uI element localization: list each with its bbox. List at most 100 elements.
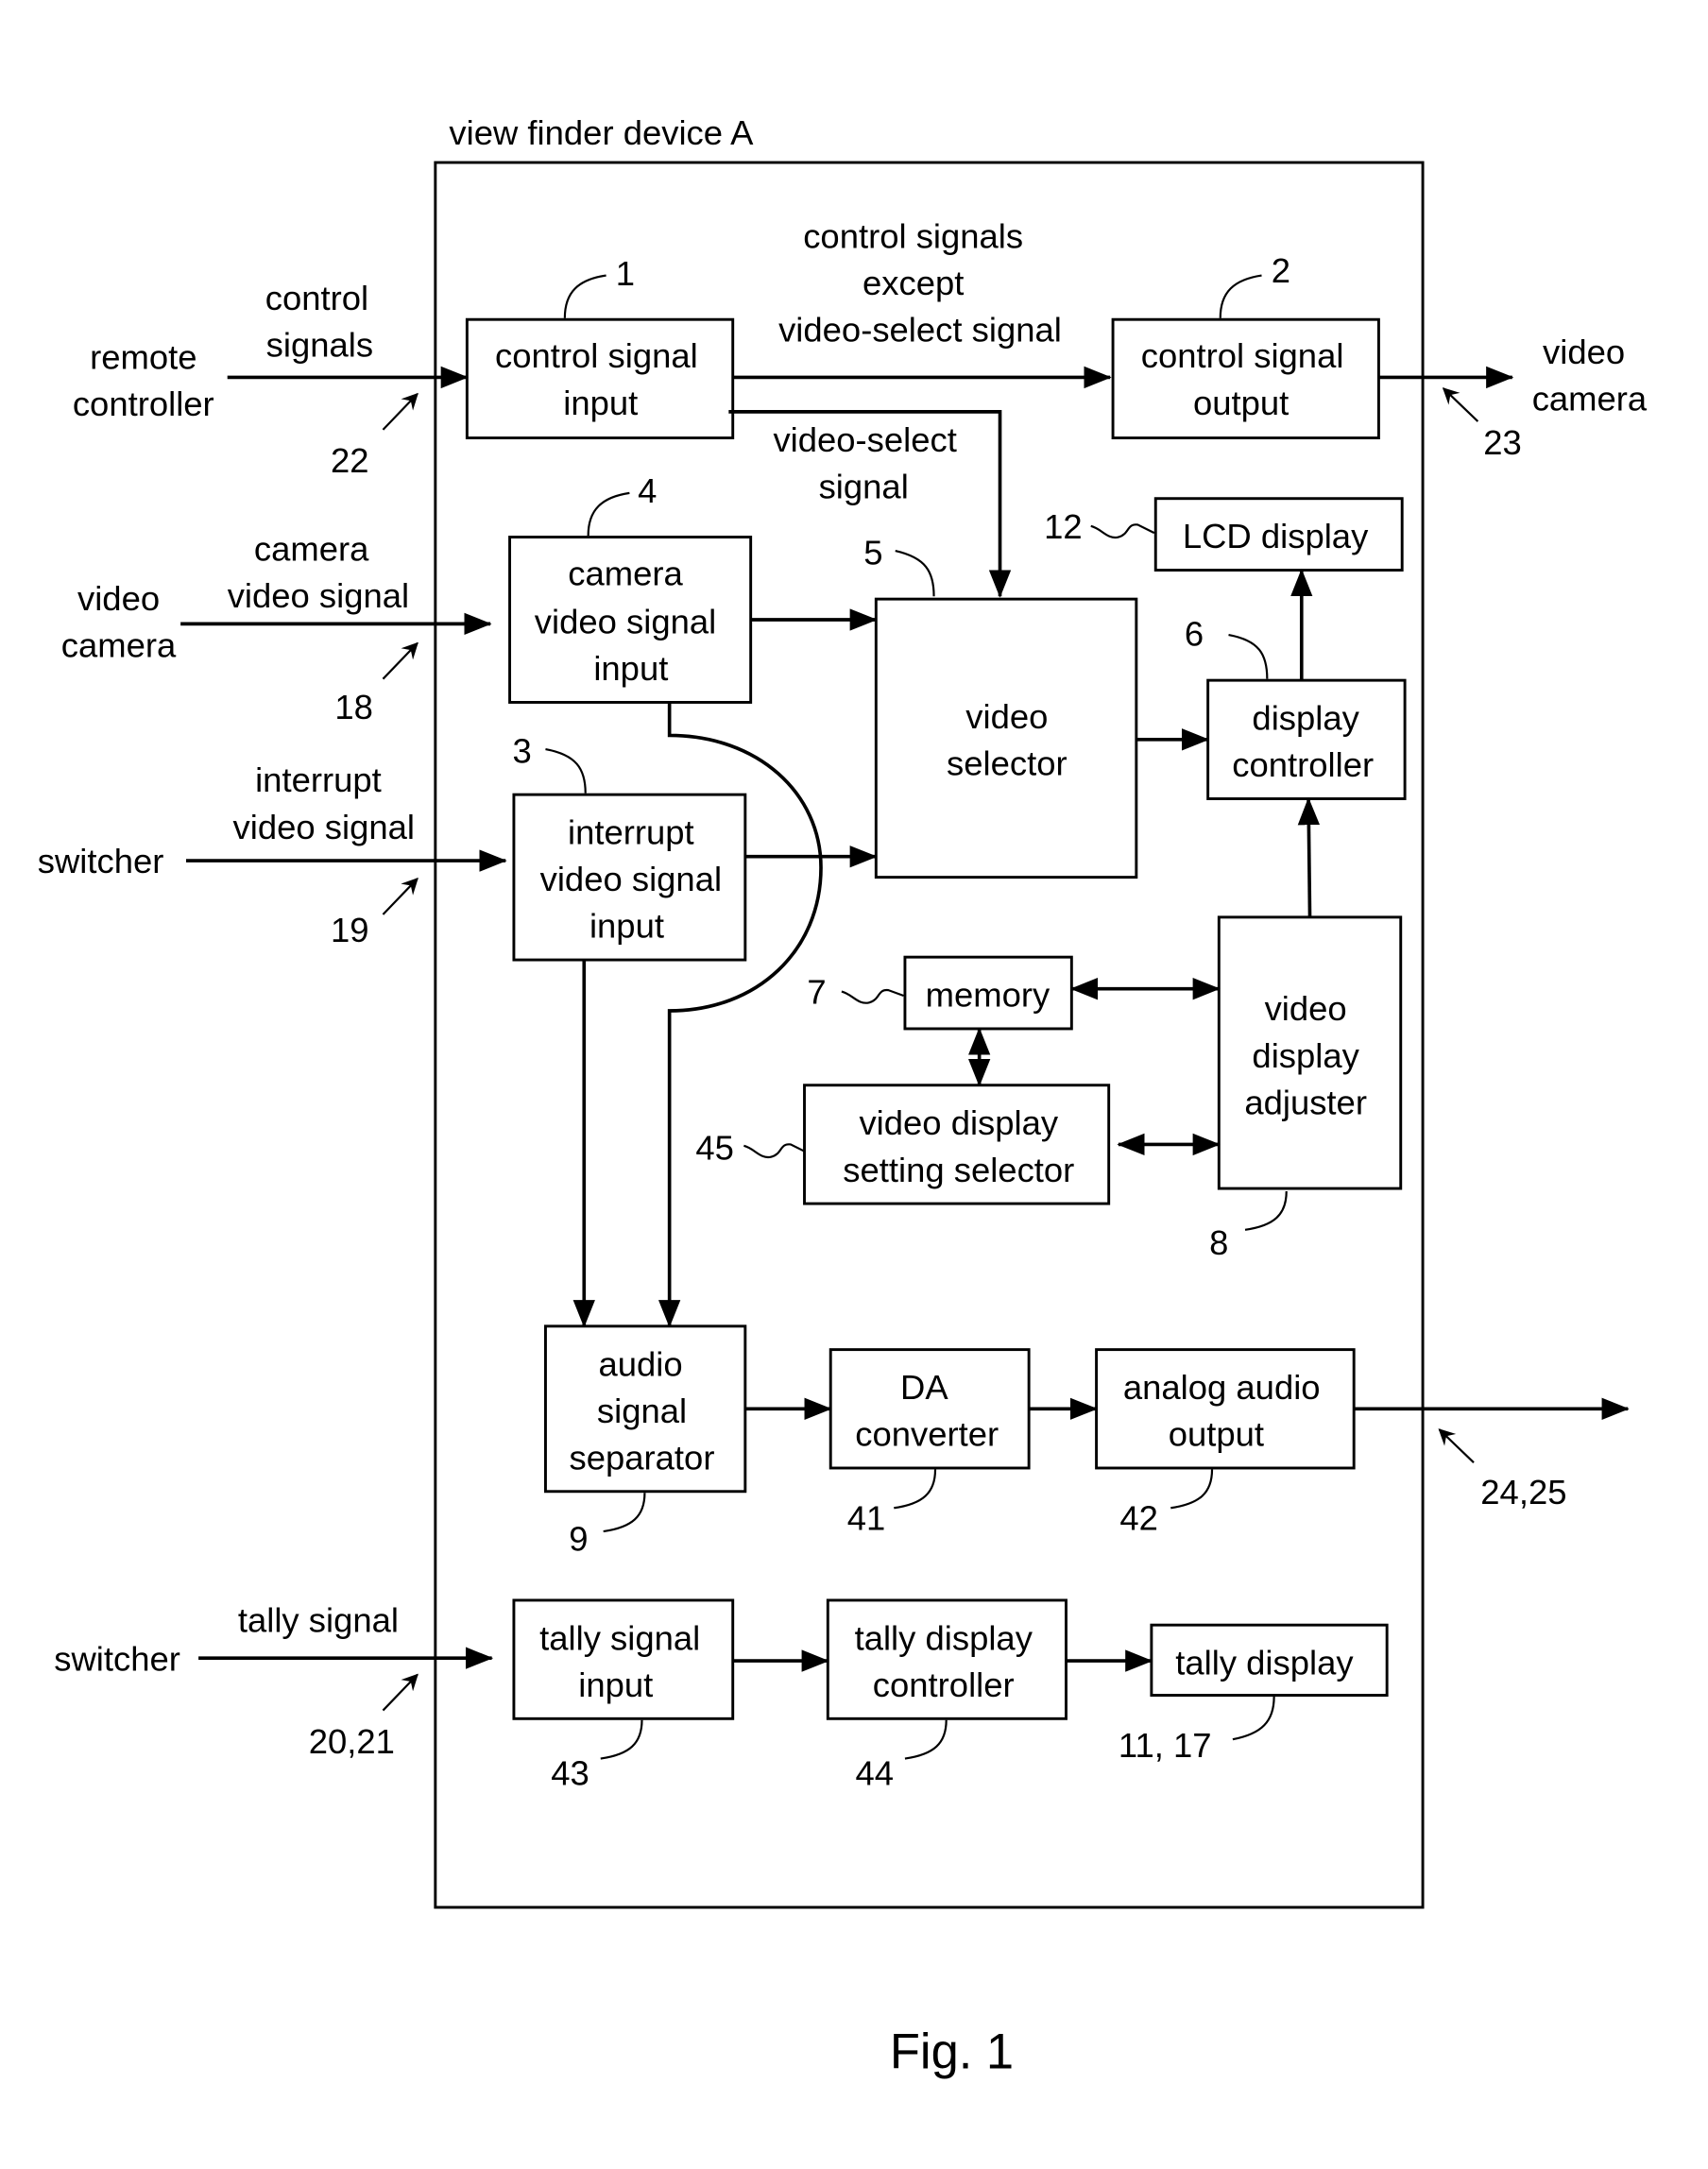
- block-audio-signal-separator: audio signal separator: [544, 1324, 747, 1494]
- svg-text:18: 18: [334, 688, 373, 726]
- block-tally-display-controller: tally display controller: [826, 1598, 1068, 1720]
- ref-5: 5: [863, 534, 935, 597]
- ref-7: 7: [807, 973, 904, 1012]
- block-control-signal-input: control signal input: [465, 317, 735, 440]
- ref-4: 4: [587, 471, 657, 537]
- svg-text:controller: controller: [873, 1665, 1015, 1704]
- svg-text:3: 3: [512, 732, 531, 771]
- label-video-select: video-select signal: [773, 420, 956, 506]
- device-title: view finder device A: [449, 113, 754, 152]
- svg-text:switcher: switcher: [54, 1639, 180, 1678]
- block-tally-display: tally display: [1150, 1623, 1389, 1697]
- ref-41: 41: [847, 1469, 937, 1538]
- ref-1: 1: [563, 254, 635, 318]
- ref-45: 45: [695, 1128, 806, 1167]
- svg-text:video: video: [1265, 989, 1347, 1028]
- svg-text:video-select: video-select: [773, 420, 956, 459]
- block-memory: memory: [903, 955, 1073, 1031]
- svg-text:2: 2: [1272, 251, 1290, 290]
- svg-text:remote: remote: [90, 338, 196, 377]
- svg-text:tally display: tally display: [1175, 1644, 1354, 1682]
- block-video-selector: video selector: [874, 597, 1138, 880]
- svg-text:camera: camera: [1532, 379, 1648, 418]
- label-control-except: control signals except video-select sign…: [778, 216, 1062, 349]
- block-interrupt-video-signal-input: interrupt video signal input: [512, 793, 747, 962]
- external-audio-output: 24,25: [1354, 1397, 1630, 1511]
- block-display-controller: display controller: [1206, 678, 1407, 800]
- svg-text:setting selector: setting selector: [843, 1151, 1074, 1189]
- svg-text:video signal: video signal: [535, 603, 716, 641]
- svg-text:6: 6: [1185, 615, 1204, 654]
- svg-text:control signals: control signals: [803, 216, 1023, 255]
- block-video-display-adjuster: video display adjuster: [1217, 915, 1403, 1190]
- svg-text:45: 45: [695, 1128, 734, 1167]
- ref-12: 12: [1044, 507, 1155, 546]
- svg-text:video: video: [77, 579, 160, 618]
- svg-text:input: input: [593, 649, 668, 688]
- svg-text:output: output: [1169, 1415, 1264, 1454]
- svg-text:tally signal: tally signal: [539, 1618, 700, 1657]
- ref-43: 43: [551, 1719, 643, 1792]
- svg-text:video: video: [965, 697, 1048, 736]
- block-da-converter: DA converter: [828, 1348, 1031, 1470]
- svg-text:except: except: [863, 264, 964, 302]
- svg-text:camera: camera: [568, 555, 683, 593]
- svg-text:23: 23: [1483, 423, 1522, 462]
- svg-text:controller: controller: [73, 384, 214, 423]
- svg-text:9: 9: [569, 1519, 588, 1558]
- svg-text:7: 7: [807, 973, 826, 1012]
- ref-44: 44: [855, 1719, 948, 1792]
- svg-text:video signal: video signal: [233, 808, 415, 846]
- svg-text:separator: separator: [570, 1438, 715, 1477]
- svg-text:output: output: [1193, 384, 1289, 422]
- block-camera-video-signal-input: camera video signal input: [508, 536, 753, 704]
- figure-caption: Fig. 1: [890, 2024, 1014, 2080]
- svg-text:41: 41: [847, 1499, 886, 1538]
- svg-text:interrupt: interrupt: [568, 813, 694, 852]
- svg-text:control: control: [265, 279, 368, 317]
- svg-text:converter: converter: [855, 1415, 999, 1454]
- svg-text:analog audio: analog audio: [1123, 1368, 1321, 1407]
- svg-text:tally display: tally display: [855, 1618, 1033, 1657]
- block-video-display-setting-selector: video display setting selector: [803, 1084, 1111, 1205]
- svg-text:24,25: 24,25: [1480, 1473, 1566, 1511]
- svg-text:adjuster: adjuster: [1244, 1083, 1367, 1121]
- ref-2: 2: [1219, 251, 1290, 318]
- svg-text:42: 42: [1119, 1499, 1158, 1538]
- ref-9: 9: [569, 1493, 646, 1558]
- external-video-camera-output: video camera 23: [1378, 333, 1648, 462]
- svg-text:tally signal: tally signal: [238, 1600, 399, 1639]
- svg-text:input: input: [578, 1665, 653, 1704]
- svg-text:19: 19: [331, 911, 369, 949]
- wire-adjuster-to-display-controller: [1297, 797, 1321, 917]
- svg-text:signal: signal: [597, 1392, 687, 1430]
- svg-text:12: 12: [1044, 507, 1083, 546]
- svg-text:control signal: control signal: [495, 336, 698, 375]
- ref-6: 6: [1185, 615, 1269, 679]
- svg-text:4: 4: [638, 471, 657, 510]
- svg-text:switcher: switcher: [38, 842, 164, 880]
- block-tally-signal-input: tally signal input: [512, 1598, 735, 1720]
- svg-text:20,21: 20,21: [309, 1722, 395, 1761]
- block-diagram: view finder device A control signal inpu…: [38, 113, 1648, 2080]
- block-lcd-display: LCD display: [1153, 497, 1404, 572]
- ref-42: 42: [1119, 1469, 1214, 1538]
- svg-text:11, 17: 11, 17: [1119, 1726, 1212, 1765]
- svg-text:memory: memory: [926, 976, 1050, 1015]
- external-remote-controller: remote controller control signals 22: [73, 279, 469, 480]
- svg-text:22: 22: [331, 441, 369, 480]
- ref-11-17: 11, 17: [1119, 1696, 1275, 1765]
- svg-text:signals: signals: [266, 326, 373, 365]
- svg-text:camera: camera: [61, 625, 177, 664]
- svg-text:camera: camera: [254, 529, 369, 568]
- svg-text:LCD display: LCD display: [1183, 517, 1369, 555]
- svg-text:controller: controller: [1232, 745, 1374, 784]
- svg-text:video-select signal: video-select signal: [778, 311, 1062, 350]
- svg-text:input: input: [563, 384, 638, 422]
- svg-text:input: input: [589, 907, 664, 946]
- block-analog-audio-output: analog audio output: [1095, 1348, 1356, 1470]
- svg-text:display: display: [1252, 1036, 1359, 1075]
- svg-text:video display: video display: [859, 1103, 1058, 1142]
- svg-text:interrupt: interrupt: [255, 760, 382, 799]
- ref-3: 3: [512, 732, 587, 794]
